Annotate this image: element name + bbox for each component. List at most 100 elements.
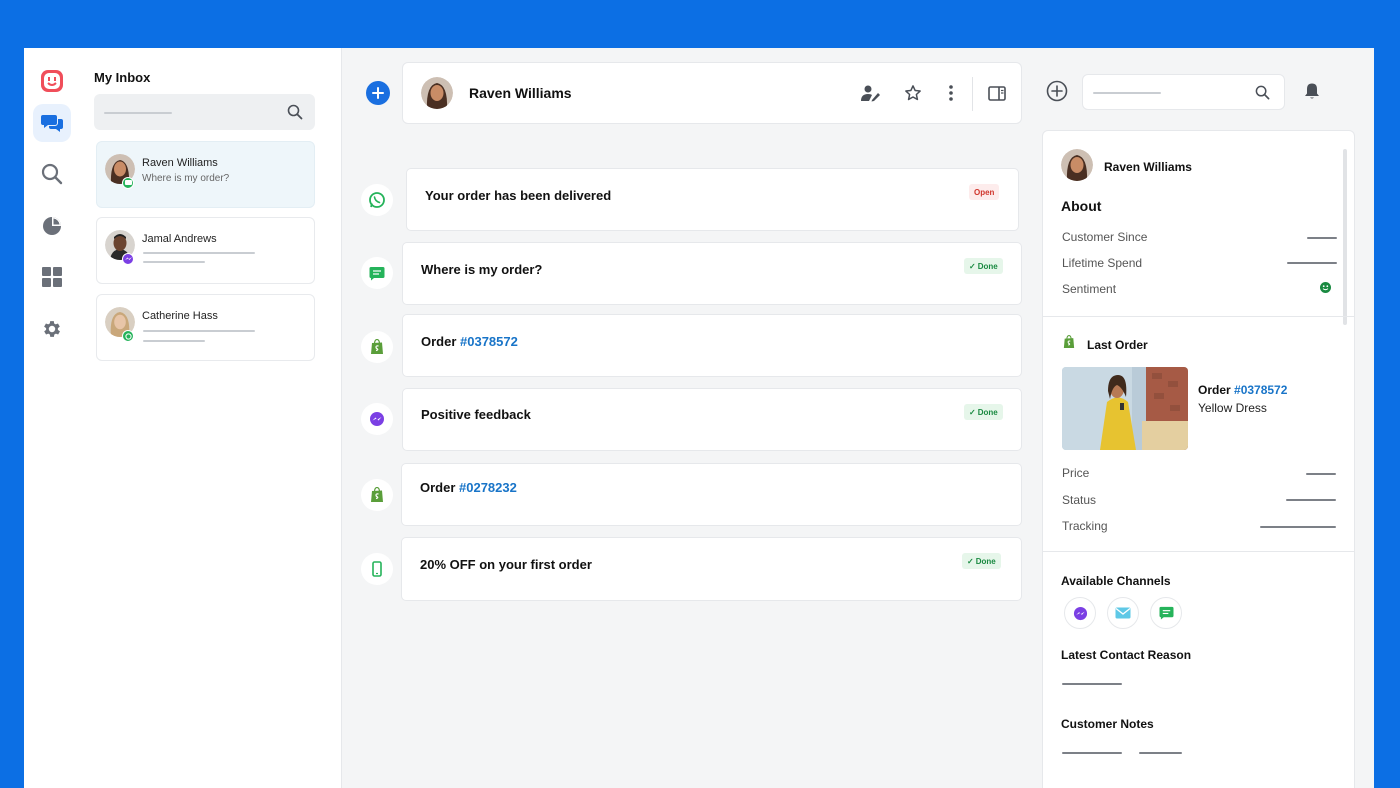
whatsapp-icon (369, 192, 385, 208)
card-title: 20% OFF on your first order (420, 557, 592, 572)
product-image[interactable] (1062, 367, 1188, 450)
conversation-item[interactable]: Jamal Andrews (96, 217, 315, 284)
more-options-button[interactable] (940, 82, 962, 104)
conversation-name: Raven Williams (142, 157, 218, 169)
channel-email-button[interactable] (1107, 597, 1139, 629)
preview-placeholder-line (143, 330, 255, 332)
left-rail (24, 48, 80, 788)
conversation-item[interactable]: Catherine Hass (96, 294, 315, 361)
sms-icon (122, 177, 134, 189)
latest-contact-reason-heading: Latest Contact Reason (1061, 648, 1192, 662)
preview-placeholder-line (143, 252, 255, 254)
channel-indicator (361, 403, 393, 435)
email-icon (1115, 607, 1131, 619)
value-placeholder-line (1139, 752, 1182, 754)
lifetime-spend-label: Lifetime Spend (1062, 256, 1143, 270)
preview-placeholder-line (143, 261, 205, 263)
shopify-icon (1063, 335, 1075, 348)
app-window: My Inbox Raven Williams Where is my orde… (24, 48, 1374, 788)
customer-name: Raven Williams (1104, 160, 1192, 174)
tracking-label: Tracking (1062, 519, 1108, 533)
messenger-icon (122, 253, 134, 265)
card-title: Where is my order? (421, 262, 543, 277)
nav-search[interactable] (33, 155, 71, 193)
available-channels-heading: Available Channels (1061, 574, 1171, 588)
add-circle-icon[interactable] (1046, 80, 1068, 102)
timeline-card[interactable]: Positive feedback ✓ Done (402, 388, 1022, 451)
search-placeholder-line (1093, 92, 1161, 94)
search-icon[interactable] (1255, 85, 1270, 100)
inbox-title: My Inbox (94, 70, 151, 85)
toggle-sidebar-button[interactable] (986, 82, 1008, 104)
inbox-panel: My Inbox Raven Williams Where is my orde… (80, 48, 342, 788)
avatar (1061, 149, 1093, 181)
timeline-card[interactable]: Where is my order? ✓ Done (402, 242, 1022, 305)
star-button[interactable] (902, 82, 924, 104)
phone-icon (372, 561, 382, 577)
messenger-icon (370, 412, 384, 426)
channel-messenger-button[interactable] (1064, 597, 1096, 629)
more-vertical-icon (949, 85, 953, 101)
sms-icon (1159, 606, 1173, 620)
conversation-name: Catherine Hass (142, 310, 218, 322)
channel-indicator (361, 479, 393, 511)
order-number-link[interactable]: #0378572 (460, 334, 518, 349)
customer-notes-heading: Customer Notes (1061, 717, 1154, 731)
smiley-icon (1320, 282, 1331, 293)
search-placeholder-line (104, 112, 172, 114)
sms-icon (369, 266, 385, 280)
section-divider (1043, 316, 1354, 317)
customer-panel: Raven Williams About Customer Since Life… (1042, 130, 1355, 788)
app-logo[interactable] (33, 62, 71, 100)
nav-reports[interactable] (33, 207, 71, 245)
order-number-link[interactable]: #0378572 (1234, 383, 1287, 397)
grid-icon (42, 267, 62, 287)
order-number-link[interactable]: #0278232 (459, 480, 517, 495)
gear-icon (44, 321, 60, 337)
nav-settings[interactable] (33, 310, 71, 348)
product-photo (1062, 367, 1188, 450)
check-icon: ✓ (969, 261, 976, 271)
conversation-item[interactable]: Raven Williams Where is my order? (96, 141, 315, 208)
conversation-timeline: Raven Williams Your order has been deliv… (342, 48, 1030, 788)
status-label: Status (1062, 493, 1097, 507)
panel-scrollbar[interactable] (1343, 149, 1347, 325)
status-badge: Open (969, 184, 1000, 200)
timeline-card[interactable]: 20% OFF on your first order ✓ Done (401, 537, 1022, 601)
value-placeholder-line (1062, 683, 1122, 685)
inbox-search-box[interactable] (94, 94, 315, 130)
order-item-name: Yellow Dress (1198, 401, 1267, 415)
timeline-card[interactable]: Order #0278232 (401, 463, 1022, 526)
nav-apps[interactable] (33, 258, 71, 296)
logo-icon (41, 70, 63, 92)
channel-sms-button[interactable] (1150, 597, 1182, 629)
global-search-box[interactable] (1082, 74, 1285, 110)
card-title: Order #0378572 (421, 334, 518, 349)
new-conversation-button[interactable] (366, 81, 390, 105)
status-label: Open (974, 187, 995, 197)
contact-name: Raven Williams (469, 85, 572, 101)
last-order-heading: Last Order (1087, 338, 1148, 352)
value-placeholder-line (1286, 499, 1336, 501)
timeline-card[interactable]: Your order has been delivered Open (406, 168, 1019, 231)
channel-indicator (361, 257, 393, 289)
card-title: Your order has been delivered (425, 188, 612, 203)
search-icon[interactable] (287, 104, 303, 120)
order-prefix: Order (1198, 383, 1235, 397)
check-icon: ✓ (969, 407, 976, 417)
status-badge: ✓ Done (962, 553, 1001, 569)
nav-inbox[interactable] (33, 104, 71, 142)
value-placeholder-line (1287, 262, 1337, 264)
header-divider (972, 77, 973, 111)
bell-icon[interactable] (1304, 82, 1320, 100)
status-badge: ✓ Done (964, 258, 1003, 274)
card-title: Order #0278232 (420, 480, 517, 495)
pie-chart-icon (43, 217, 61, 235)
card-title: Positive feedback (421, 407, 531, 422)
search-icon (41, 163, 63, 185)
chat-bubbles-icon (41, 115, 63, 132)
timeline-card[interactable]: Order #0378572 (402, 314, 1022, 377)
messenger-icon (1073, 606, 1087, 620)
assign-button[interactable] (860, 82, 882, 104)
shopify-icon (371, 339, 383, 354)
